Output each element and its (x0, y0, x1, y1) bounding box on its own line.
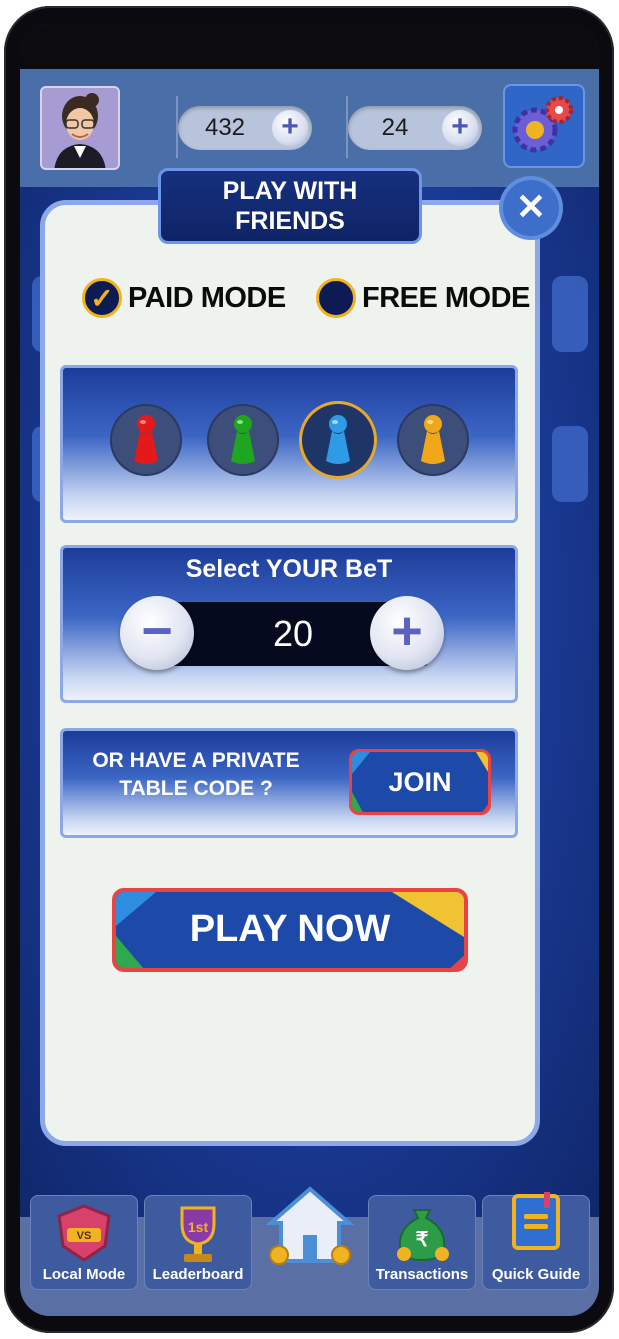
paid-mode-option[interactable]: ✓ PAID MODE (82, 276, 286, 320)
dialog-title-line: PLAY WITH (222, 177, 358, 205)
increase-bet-button[interactable]: + (370, 596, 444, 670)
private-table-line: TABLE CODE ? (119, 777, 273, 800)
nav-label: Local Mode (42, 1266, 126, 1283)
private-table-line: OR HAVE A PRIVATE (92, 749, 300, 772)
gear-icon (512, 96, 573, 153)
svg-text:₹: ₹ (416, 1229, 429, 1251)
nav-label: Transactions (375, 1266, 469, 1283)
paid-mode-label: PAID MODE (128, 281, 286, 314)
blue-pawn-icon (326, 415, 350, 464)
gems-counter: 24 + (348, 106, 482, 150)
nav-home[interactable] (256, 1186, 364, 1290)
minus-icon: − (141, 601, 173, 661)
coins-counter: 432 + (178, 106, 312, 150)
dialog-title: PLAY WITH FRIENDS (158, 168, 422, 244)
nav-transactions[interactable]: ₹ Transactions (368, 1195, 476, 1290)
side-tile (552, 276, 588, 352)
private-table-prompt: OR HAVE A PRIVATE TABLE CODE ? (76, 747, 316, 803)
token-green[interactable] (207, 404, 279, 476)
add-coins-plus-icon[interactable]: + (272, 110, 308, 146)
gems-value: 24 (381, 114, 409, 141)
add-gems-plus-icon[interactable]: + (442, 110, 478, 146)
plus-icon[interactable]: + (391, 601, 423, 661)
close-icon: ✕ (515, 186, 547, 227)
book-icon (512, 1192, 560, 1250)
join-button[interactable]: JOIN (349, 749, 491, 815)
green-pawn-icon (231, 415, 255, 464)
play-now-button[interactable]: PLAY NOW (112, 888, 468, 972)
token-blue[interactable] (302, 404, 374, 476)
settings-button[interactable] (503, 84, 585, 168)
radio-unchecked-icon[interactable] (316, 278, 356, 318)
decrease-bet-button[interactable]: − (120, 596, 194, 670)
nav-label: Leaderboard (152, 1266, 244, 1283)
user-avatar[interactable] (40, 86, 120, 170)
money-bag-icon: ₹ (397, 1209, 449, 1262)
nav-quick-guide[interactable]: Quick Guide (482, 1192, 590, 1290)
dialog-title-line: FRIENDS (235, 207, 345, 235)
bet-title: Select YOUR BeT (185, 555, 393, 583)
trophy-icon: 1st (180, 1206, 216, 1262)
vs-shield-icon: VS (57, 1204, 111, 1262)
svg-text:VS: VS (77, 1230, 92, 1242)
free-mode-option[interactable]: FREE MODE (316, 276, 530, 320)
nav-label: Quick Guide (491, 1266, 581, 1283)
yellow-pawn-icon (421, 415, 445, 464)
home-icon (265, 1186, 355, 1265)
free-mode-label: FREE MODE (362, 281, 530, 314)
token-red[interactable] (110, 404, 182, 476)
close-button[interactable]: ✕ (503, 180, 559, 236)
token-yellow[interactable] (397, 404, 469, 476)
coins-value: 432 (204, 114, 246, 141)
checkmark-icon[interactable]: ✓ (82, 278, 122, 318)
status-area (20, 24, 599, 69)
svg-text:1st: 1st (188, 1219, 209, 1235)
nav-leaderboard[interactable]: 1st Leaderboard (144, 1195, 252, 1290)
nav-local-mode[interactable]: VS Local Mode (30, 1195, 138, 1290)
join-label: JOIN (388, 767, 452, 797)
side-tile (552, 426, 588, 502)
red-pawn-icon (134, 415, 158, 464)
play-now-label: PLAY NOW (189, 908, 391, 950)
